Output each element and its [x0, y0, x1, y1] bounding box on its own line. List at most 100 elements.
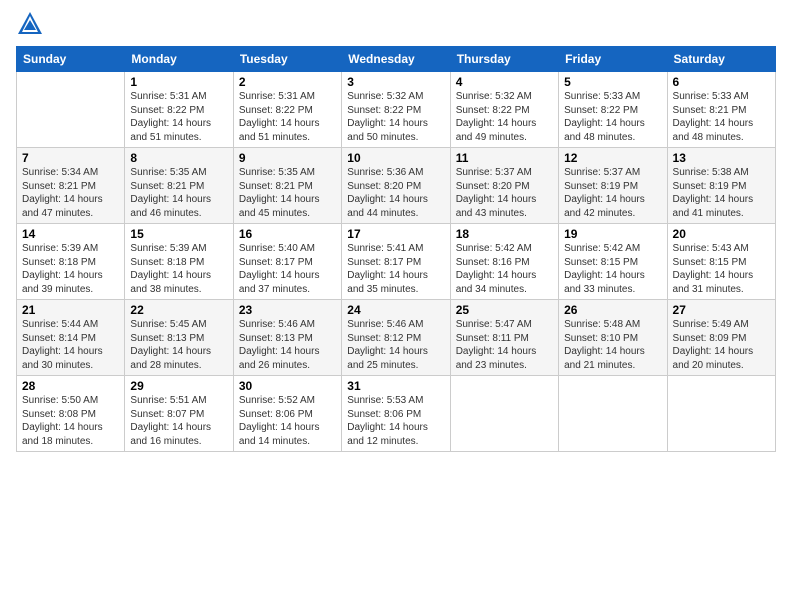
- logo-area: [16, 10, 48, 38]
- calendar-cell: 19Sunrise: 5:42 AMSunset: 8:15 PMDayligh…: [559, 224, 667, 300]
- calendar-cell: [450, 376, 558, 452]
- day-number: 16: [239, 227, 336, 241]
- day-info: Sunrise: 5:43 AMSunset: 8:15 PMDaylight:…: [673, 242, 770, 296]
- day-info: Sunrise: 5:33 AMSunset: 8:21 PMDaylight:…: [673, 90, 770, 144]
- day-number: 12: [564, 151, 661, 165]
- day-number: 23: [239, 303, 336, 317]
- calendar-cell: 20Sunrise: 5:43 AMSunset: 8:15 PMDayligh…: [667, 224, 775, 300]
- calendar-table: SundayMondayTuesdayWednesdayThursdayFrid…: [16, 46, 776, 452]
- day-info: Sunrise: 5:52 AMSunset: 8:06 PMDaylight:…: [239, 394, 336, 448]
- day-info: Sunrise: 5:49 AMSunset: 8:09 PMDaylight:…: [673, 318, 770, 372]
- calendar-cell: 29Sunrise: 5:51 AMSunset: 8:07 PMDayligh…: [125, 376, 233, 452]
- day-number: 26: [564, 303, 661, 317]
- day-number: 5: [564, 75, 661, 89]
- weekday-header: Wednesday: [342, 47, 450, 72]
- day-info: Sunrise: 5:42 AMSunset: 8:16 PMDaylight:…: [456, 242, 553, 296]
- day-info: Sunrise: 5:45 AMSunset: 8:13 PMDaylight:…: [130, 318, 227, 372]
- day-number: 29: [130, 379, 227, 393]
- day-info: Sunrise: 5:46 AMSunset: 8:12 PMDaylight:…: [347, 318, 444, 372]
- weekday-header: Sunday: [17, 47, 125, 72]
- day-info: Sunrise: 5:46 AMSunset: 8:13 PMDaylight:…: [239, 318, 336, 372]
- calendar-cell: [559, 376, 667, 452]
- day-number: 24: [347, 303, 444, 317]
- calendar-cell: 9Sunrise: 5:35 AMSunset: 8:21 PMDaylight…: [233, 148, 341, 224]
- calendar-cell: 10Sunrise: 5:36 AMSunset: 8:20 PMDayligh…: [342, 148, 450, 224]
- page: SundayMondayTuesdayWednesdayThursdayFrid…: [0, 0, 792, 462]
- calendar-cell: 31Sunrise: 5:53 AMSunset: 8:06 PMDayligh…: [342, 376, 450, 452]
- day-info: Sunrise: 5:39 AMSunset: 8:18 PMDaylight:…: [130, 242, 227, 296]
- calendar-cell: 23Sunrise: 5:46 AMSunset: 8:13 PMDayligh…: [233, 300, 341, 376]
- calendar-cell: 30Sunrise: 5:52 AMSunset: 8:06 PMDayligh…: [233, 376, 341, 452]
- day-number: 15: [130, 227, 227, 241]
- day-number: 14: [22, 227, 119, 241]
- calendar-cell: 2Sunrise: 5:31 AMSunset: 8:22 PMDaylight…: [233, 72, 341, 148]
- day-number: 27: [673, 303, 770, 317]
- calendar-cell: 28Sunrise: 5:50 AMSunset: 8:08 PMDayligh…: [17, 376, 125, 452]
- day-info: Sunrise: 5:37 AMSunset: 8:20 PMDaylight:…: [456, 166, 553, 220]
- day-number: 8: [130, 151, 227, 165]
- day-info: Sunrise: 5:42 AMSunset: 8:15 PMDaylight:…: [564, 242, 661, 296]
- calendar-cell: 16Sunrise: 5:40 AMSunset: 8:17 PMDayligh…: [233, 224, 341, 300]
- calendar-cell: 5Sunrise: 5:33 AMSunset: 8:22 PMDaylight…: [559, 72, 667, 148]
- calendar-cell: 24Sunrise: 5:46 AMSunset: 8:12 PMDayligh…: [342, 300, 450, 376]
- day-number: 22: [130, 303, 227, 317]
- calendar-cell: 11Sunrise: 5:37 AMSunset: 8:20 PMDayligh…: [450, 148, 558, 224]
- day-info: Sunrise: 5:47 AMSunset: 8:11 PMDaylight:…: [456, 318, 553, 372]
- calendar-cell: 7Sunrise: 5:34 AMSunset: 8:21 PMDaylight…: [17, 148, 125, 224]
- weekday-header: Thursday: [450, 47, 558, 72]
- day-info: Sunrise: 5:31 AMSunset: 8:22 PMDaylight:…: [130, 90, 227, 144]
- day-number: 6: [673, 75, 770, 89]
- day-info: Sunrise: 5:36 AMSunset: 8:20 PMDaylight:…: [347, 166, 444, 220]
- day-info: Sunrise: 5:38 AMSunset: 8:19 PMDaylight:…: [673, 166, 770, 220]
- calendar-cell: 13Sunrise: 5:38 AMSunset: 8:19 PMDayligh…: [667, 148, 775, 224]
- day-number: 3: [347, 75, 444, 89]
- day-number: 25: [456, 303, 553, 317]
- day-info: Sunrise: 5:50 AMSunset: 8:08 PMDaylight:…: [22, 394, 119, 448]
- day-number: 21: [22, 303, 119, 317]
- calendar-cell: 8Sunrise: 5:35 AMSunset: 8:21 PMDaylight…: [125, 148, 233, 224]
- day-info: Sunrise: 5:33 AMSunset: 8:22 PMDaylight:…: [564, 90, 661, 144]
- day-info: Sunrise: 5:32 AMSunset: 8:22 PMDaylight:…: [347, 90, 444, 144]
- day-info: Sunrise: 5:53 AMSunset: 8:06 PMDaylight:…: [347, 394, 444, 448]
- day-info: Sunrise: 5:44 AMSunset: 8:14 PMDaylight:…: [22, 318, 119, 372]
- calendar-cell: 27Sunrise: 5:49 AMSunset: 8:09 PMDayligh…: [667, 300, 775, 376]
- day-info: Sunrise: 5:35 AMSunset: 8:21 PMDaylight:…: [130, 166, 227, 220]
- calendar-week-row: 28Sunrise: 5:50 AMSunset: 8:08 PMDayligh…: [17, 376, 776, 452]
- calendar-week-row: 7Sunrise: 5:34 AMSunset: 8:21 PMDaylight…: [17, 148, 776, 224]
- calendar-cell: 15Sunrise: 5:39 AMSunset: 8:18 PMDayligh…: [125, 224, 233, 300]
- day-info: Sunrise: 5:41 AMSunset: 8:17 PMDaylight:…: [347, 242, 444, 296]
- day-number: 7: [22, 151, 119, 165]
- day-info: Sunrise: 5:51 AMSunset: 8:07 PMDaylight:…: [130, 394, 227, 448]
- calendar-week-row: 21Sunrise: 5:44 AMSunset: 8:14 PMDayligh…: [17, 300, 776, 376]
- day-info: Sunrise: 5:48 AMSunset: 8:10 PMDaylight:…: [564, 318, 661, 372]
- day-number: 1: [130, 75, 227, 89]
- calendar-cell: [17, 72, 125, 148]
- day-number: 11: [456, 151, 553, 165]
- day-number: 20: [673, 227, 770, 241]
- calendar-cell: [667, 376, 775, 452]
- day-number: 13: [673, 151, 770, 165]
- calendar-cell: 3Sunrise: 5:32 AMSunset: 8:22 PMDaylight…: [342, 72, 450, 148]
- calendar-cell: 14Sunrise: 5:39 AMSunset: 8:18 PMDayligh…: [17, 224, 125, 300]
- calendar-cell: 6Sunrise: 5:33 AMSunset: 8:21 PMDaylight…: [667, 72, 775, 148]
- day-number: 19: [564, 227, 661, 241]
- day-info: Sunrise: 5:32 AMSunset: 8:22 PMDaylight:…: [456, 90, 553, 144]
- weekday-header-row: SundayMondayTuesdayWednesdayThursdayFrid…: [17, 47, 776, 72]
- weekday-header: Saturday: [667, 47, 775, 72]
- header: [16, 10, 776, 38]
- day-number: 9: [239, 151, 336, 165]
- calendar-cell: 1Sunrise: 5:31 AMSunset: 8:22 PMDaylight…: [125, 72, 233, 148]
- calendar-cell: 18Sunrise: 5:42 AMSunset: 8:16 PMDayligh…: [450, 224, 558, 300]
- day-number: 31: [347, 379, 444, 393]
- day-info: Sunrise: 5:34 AMSunset: 8:21 PMDaylight:…: [22, 166, 119, 220]
- day-number: 2: [239, 75, 336, 89]
- calendar-cell: 26Sunrise: 5:48 AMSunset: 8:10 PMDayligh…: [559, 300, 667, 376]
- calendar-week-row: 1Sunrise: 5:31 AMSunset: 8:22 PMDaylight…: [17, 72, 776, 148]
- day-info: Sunrise: 5:37 AMSunset: 8:19 PMDaylight:…: [564, 166, 661, 220]
- calendar-cell: 22Sunrise: 5:45 AMSunset: 8:13 PMDayligh…: [125, 300, 233, 376]
- day-number: 30: [239, 379, 336, 393]
- day-info: Sunrise: 5:40 AMSunset: 8:17 PMDaylight:…: [239, 242, 336, 296]
- weekday-header: Tuesday: [233, 47, 341, 72]
- day-info: Sunrise: 5:39 AMSunset: 8:18 PMDaylight:…: [22, 242, 119, 296]
- calendar-cell: 17Sunrise: 5:41 AMSunset: 8:17 PMDayligh…: [342, 224, 450, 300]
